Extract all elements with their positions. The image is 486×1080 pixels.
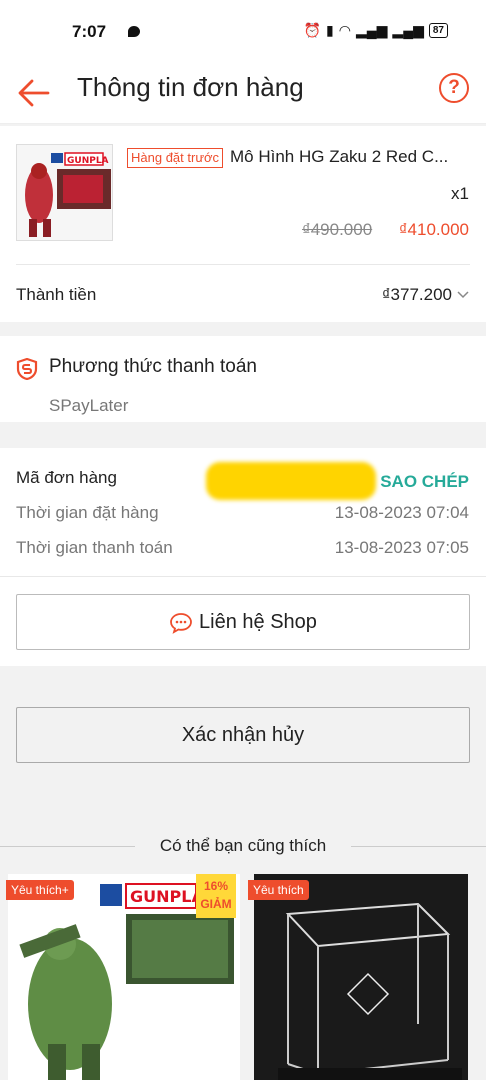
product-card: GUNPLA Hàng đặt trước Mô Hình HG Zaku 2 … <box>0 126 486 322</box>
product-thumbnail[interactable]: GUNPLA <box>16 144 113 241</box>
copy-button[interactable]: SAO CHÉP <box>380 472 469 492</box>
original-price: ₫490.000 <box>302 220 373 239</box>
divider <box>0 576 486 577</box>
svg-text:GUNPLA: GUNPLA <box>67 156 109 166</box>
suggested-product-1[interactable]: GUNPLA Yêu thích+ 16% GIẢM <box>0 874 244 1080</box>
favorite-plus-badge: Yêu thích+ <box>6 880 74 900</box>
back-arrow-icon[interactable] <box>16 76 52 110</box>
discount-percent: 16% <box>203 879 229 893</box>
suggested-product-image <box>254 874 468 1080</box>
total-value[interactable]: ₫377.200 <box>382 285 452 305</box>
contact-shop-button[interactable]: Liên hệ Shop <box>16 594 470 650</box>
payment-time-label: Thời gian thanh toán <box>16 538 173 557</box>
signal-icon-2: ▂▄▆ <box>392 22 424 38</box>
wifi-icon: ◠ <box>338 22 351 38</box>
status-bar: 7:07 ⏰ ▮ ◠ ▂▄▆ ▂▄▆ 87 <box>0 0 486 62</box>
chat-icon <box>170 612 192 634</box>
help-icon[interactable]: ? <box>439 73 469 103</box>
svg-text:GUNPLA: GUNPLA <box>130 887 204 906</box>
vibrate-icon: ▮ <box>326 22 334 38</box>
shopee-pay-icon <box>16 358 38 380</box>
discount-badge: 16% GIẢM <box>196 874 236 918</box>
sale-price: ₫410.000 <box>398 220 469 239</box>
order-info-section: Mã đơn hàng SAO CHÉP Thời gian đặt hàng … <box>0 448 486 666</box>
payment-time-value: 13-08-2023 07:05 <box>334 538 469 557</box>
order-time-label: Thời gian đặt hàng <box>16 503 159 522</box>
status-time: 7:07 <box>72 22 107 41</box>
suggested-product-2[interactable]: Yêu thích <box>248 874 486 1080</box>
order-time-value: 13-08-2023 07:04 <box>334 503 469 522</box>
payment-method: SPayLater <box>49 396 129 415</box>
battery-icon: 87 <box>428 23 448 38</box>
payment-section: Phương thức thanh toán SPayLater <box>0 336 486 422</box>
chevron-down-icon[interactable] <box>457 289 469 299</box>
payment-title: Phương thức thanh toán <box>49 356 257 377</box>
favorite-badge: Yêu thích <box>248 880 309 900</box>
product-quantity: x1 <box>451 184 469 203</box>
message-icon <box>128 26 140 37</box>
product-name[interactable]: Mô Hình HG Zaku 2 Red C... <box>230 147 470 167</box>
alarm-icon: ⏰ <box>303 22 322 38</box>
divider <box>16 264 470 265</box>
redacted-order-id <box>206 462 376 500</box>
page-title: Thông tin đơn hàng <box>77 72 304 102</box>
preorder-tag: Hàng đặt trước <box>127 148 224 168</box>
order-id-label: Mã đơn hàng <box>16 468 117 487</box>
discount-label: GIẢM <box>200 897 232 911</box>
divider-right <box>351 846 486 847</box>
contact-shop-label: Liên hệ Shop <box>199 611 317 633</box>
app-header: Thông tin đơn hàng ? <box>0 62 486 124</box>
status-icons: ⏰ ▮ ◠ ▂▄▆ ▂▄▆ 87 <box>304 22 448 39</box>
signal-icon: ▂▄▆ <box>355 22 388 38</box>
confirm-cancel-button[interactable]: Xác nhận hủy <box>16 707 470 763</box>
total-label: Thành tiền <box>16 285 97 304</box>
